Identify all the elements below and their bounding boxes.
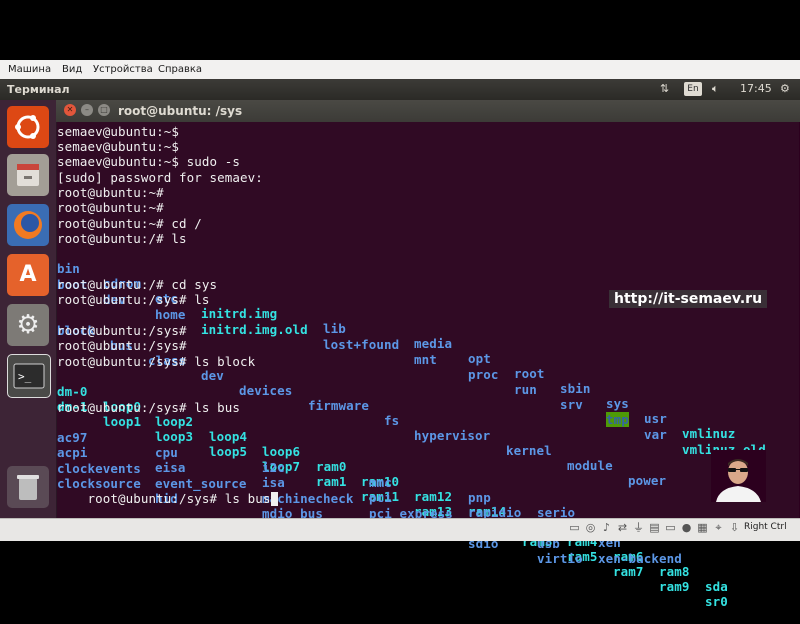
firefox-icon[interactable] <box>7 204 49 246</box>
current-prompt[interactable]: root@ubuntu:/sys# ls bus <box>57 476 278 521</box>
keyboard-capture-icon[interactable]: ⇩ <box>728 521 741 534</box>
terminal-line: [sudo] password for semaev: <box>57 170 263 185</box>
network-icon[interactable]: ⇅ <box>660 82 669 95</box>
menu-devices[interactable]: Устройства <box>93 64 153 75</box>
audio-icon[interactable]: ♪ <box>600 521 613 534</box>
volume-icon[interactable]: 🔈︎ <box>712 82 719 96</box>
display-icon[interactable]: ▭ <box>664 521 677 534</box>
software-center-icon[interactable]: A <box>7 254 49 296</box>
app-title: Терминал <box>7 83 70 96</box>
terminal-output[interactable]: semaev@ubuntu:~$ semaev@ubuntu:~$ semaev… <box>57 122 799 609</box>
minimize-icon[interactable]: – <box>81 104 93 116</box>
network-adapter-icon[interactable]: ⇄ <box>616 521 629 534</box>
optical-drive-icon[interactable]: ◎ <box>584 521 597 534</box>
close-icon[interactable]: ✕ <box>64 104 76 116</box>
menu-machine[interactable]: Машина <box>8 64 51 75</box>
terminal-line: root@ubuntu:/sys# <box>57 338 187 353</box>
video-capture-icon[interactable]: ● <box>680 521 693 534</box>
terminal-title: root@ubuntu: /sys <box>118 104 243 118</box>
terminal-line: semaev@ubuntu:~$ <box>57 124 180 139</box>
terminal-line: root@ubuntu:~# cd / <box>57 216 202 231</box>
text-cursor <box>270 492 278 506</box>
shared-folders-icon[interactable]: ▤ <box>648 521 661 534</box>
terminal-line: root@ubuntu:/# ls <box>57 231 187 246</box>
menu-help[interactable]: Справка <box>158 64 202 75</box>
maximize-icon[interactable]: □ <box>98 104 110 116</box>
vbox-menubar: Машина Вид Устройства Справка <box>0 60 800 79</box>
terminal-line: root@ubuntu:/sys# ls block <box>57 354 256 369</box>
cpu-icon[interactable]: ▦ <box>696 521 709 534</box>
keyboard-layout-indicator[interactable]: En <box>684 82 702 96</box>
terminal-line: root@ubuntu:/sys# ls bus <box>57 400 241 415</box>
top-panel: Терминал ⇅ 🔈︎ 17:45 ⚙ <box>0 79 800 100</box>
trash-icon[interactable] <box>7 466 49 508</box>
svg-text:>_: >_ <box>18 370 32 383</box>
terminal-line: semaev@ubuntu:~$ <box>57 139 180 154</box>
mouse-integration-icon[interactable]: ⌖ <box>712 521 725 534</box>
terminal-line: root@ubuntu:/sys# ls <box>57 292 210 307</box>
prompt-input-text: root@ubuntu:/sys# ls bus <box>87 491 271 506</box>
watermark: http://it-semaev.ru <box>609 290 768 308</box>
terminal-line: root@ubuntu:/# cd sys <box>57 277 218 292</box>
menu-view[interactable]: Вид <box>62 64 82 75</box>
webcam-overlay <box>711 450 766 502</box>
terminal-line: semaev@ubuntu:~$ sudo -s <box>57 154 241 169</box>
host-key-label: Right Ctrl <box>744 522 787 532</box>
hdd-icon[interactable]: ▭ <box>568 521 581 534</box>
clock[interactable]: 17:45 <box>740 82 772 95</box>
gear-icon[interactable]: ⚙ <box>780 82 790 95</box>
terminal-line: root@ubuntu:/sys# <box>57 323 187 338</box>
usb-icon[interactable]: ⏚ <box>632 521 645 534</box>
files-icon[interactable] <box>7 154 49 196</box>
terminal-line: root@ubuntu:~# <box>57 200 164 215</box>
ubuntu-dash-icon[interactable] <box>7 106 49 148</box>
terminal-icon[interactable]: >_ <box>7 354 51 398</box>
launcher: A ⚙ >_ <box>0 100 57 518</box>
system-settings-icon[interactable]: ⚙ <box>7 304 49 346</box>
terminal-line: root@ubuntu:~# <box>57 185 164 200</box>
